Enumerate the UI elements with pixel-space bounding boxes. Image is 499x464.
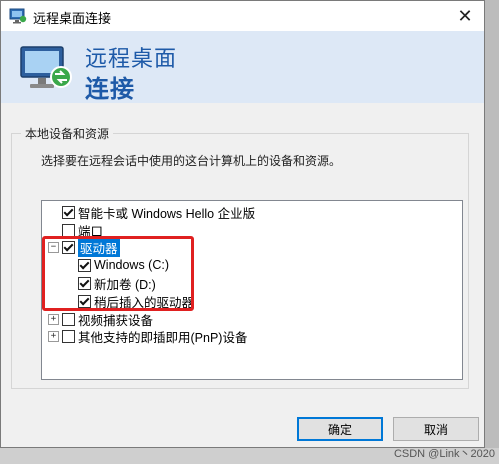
banner-title-line2: 连接 (85, 76, 135, 103)
cancel-button[interactable]: 取消 (393, 417, 479, 441)
dialog-banner: 远程桌面 连接 (1, 31, 484, 103)
checkbox-smartcard[interactable] (62, 205, 75, 219)
title-bar[interactable]: 远程桌面连接 ✕ (1, 1, 484, 31)
group-label: 本地设备和资源 (21, 125, 114, 142)
tree-item-smartcard[interactable]: 智能卡或 Windows Hello 企业版 (62, 203, 255, 221)
tree-item-pnp-devices[interactable]: + 其他支持的即插即用(PnP)设备 (48, 327, 247, 345)
highlight-annotation-box (42, 236, 194, 311)
checkbox-video-capture[interactable] (62, 312, 75, 326)
close-icon[interactable]: ✕ (452, 3, 478, 29)
ok-button[interactable]: 确定 (297, 417, 383, 441)
expand-icon[interactable]: + (48, 330, 59, 342)
remote-desktop-app-icon (9, 8, 27, 24)
watermark: CSDN @Link丶2020 (393, 448, 495, 460)
remote-desktop-dialog: 远程桌面连接 ✕ 远程桌面 连接 本地设备和资源 选择要在远程会话中使用的这台计… (0, 0, 485, 448)
background-window-edge (485, 0, 499, 464)
tree-item-label: 其他支持的即插即用(PnP)设备 (78, 330, 248, 345)
tree-item-video-capture[interactable]: + 视频捕获设备 (48, 310, 153, 328)
checkbox-ports[interactable] (62, 223, 75, 237)
tree-item-label: 智能卡或 Windows Hello 企业版 (78, 206, 256, 221)
group-description: 选择要在远程会话中使用的这台计算机上的设备和资源。 (41, 154, 342, 168)
expand-icon[interactable]: + (48, 313, 59, 325)
checkbox-pnp-devices[interactable] (62, 329, 75, 343)
window-title: 远程桌面连接 (33, 11, 112, 26)
remote-desktop-monitor-icon (20, 46, 72, 88)
